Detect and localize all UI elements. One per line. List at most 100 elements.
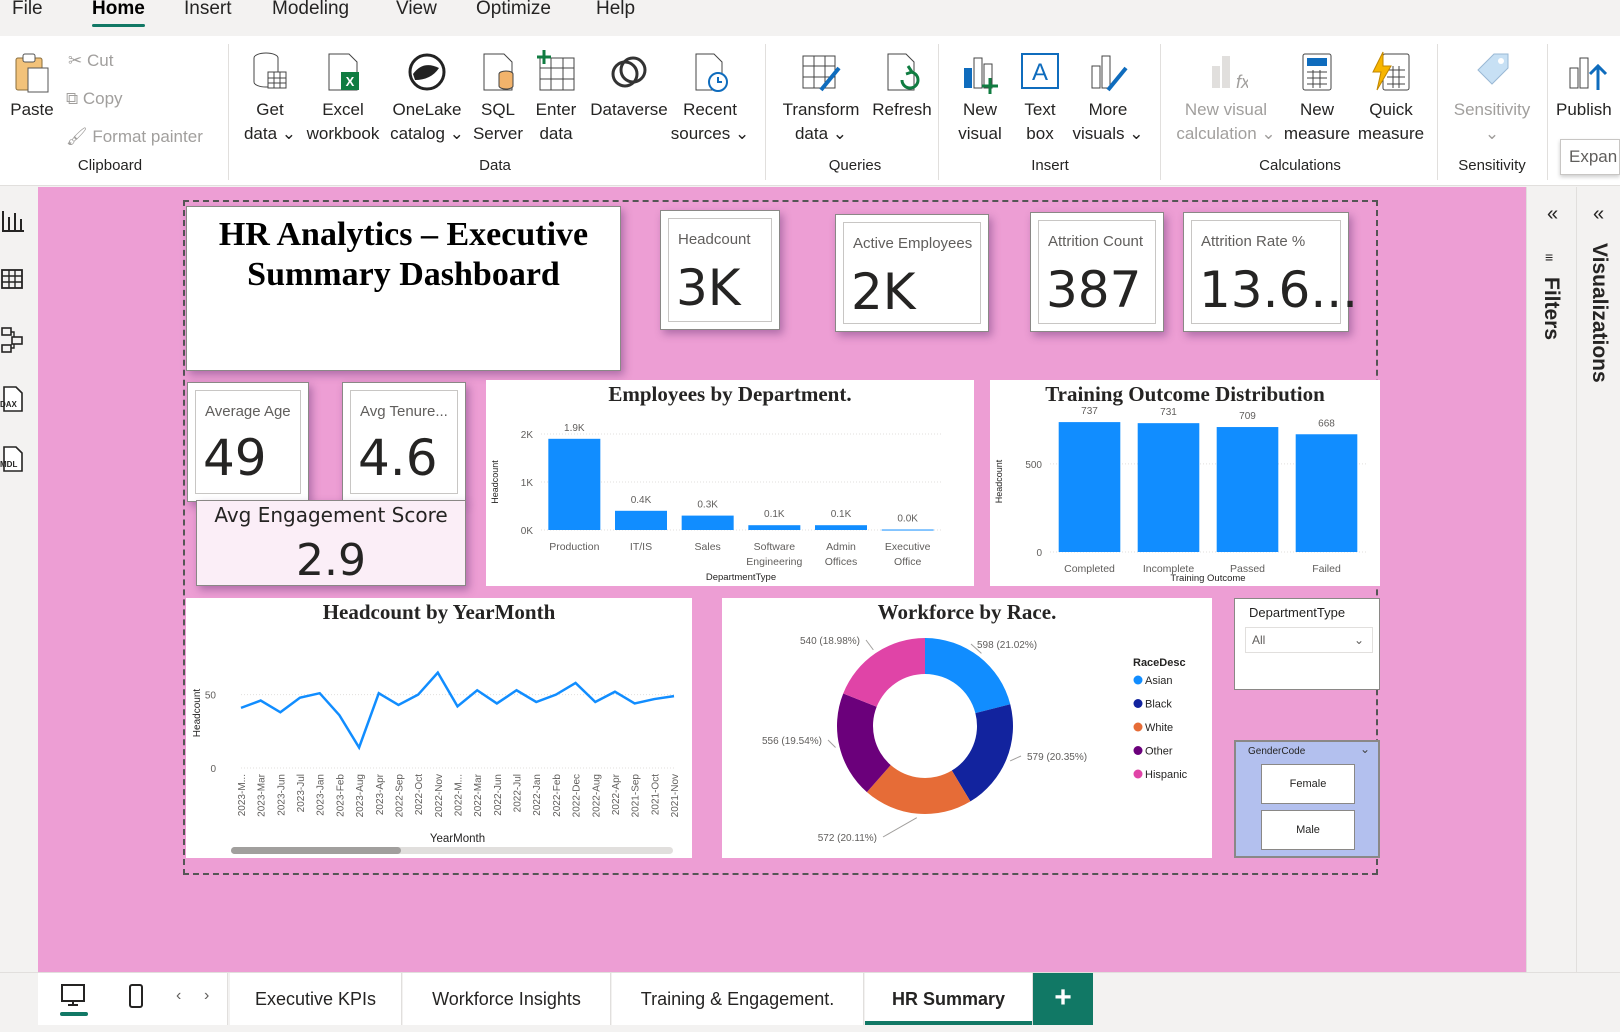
y-tick-label: 0K xyxy=(521,526,534,537)
headcount-card[interactable]: Headcount 3K xyxy=(660,210,780,330)
scrollbar-thumb[interactable] xyxy=(231,847,401,854)
tab-hr-summary[interactable]: HR Summary xyxy=(865,973,1033,1025)
menu-file[interactable]: File xyxy=(12,0,43,28)
headcount-by-yearmonth-chart[interactable]: Headcount by YearMonth 0 50 Headcount 2023-… xyxy=(186,598,692,858)
text-box-button[interactable]: A Text box xyxy=(1012,50,1068,146)
refresh-button[interactable]: Refresh xyxy=(866,50,938,122)
collapse-visualizations-icon[interactable]: « xyxy=(1593,203,1604,226)
legend-marker xyxy=(1133,746,1143,755)
add-page-button[interactable]: + xyxy=(1033,973,1093,1025)
avg-tenure-card[interactable]: Avg Tenure... 4.6 xyxy=(342,382,466,502)
menu-home[interactable]: Home xyxy=(92,0,145,28)
active-employees-card[interactable]: Active Employees 2K xyxy=(835,214,989,332)
title-card[interactable]: HR Analytics – Executive Summary Dashboa… xyxy=(186,206,621,371)
ribbon: Paste ✂ Cut ⧉ Copy 🖌 Format painter Clip… xyxy=(0,36,1620,186)
sql-server-button[interactable]: SQL Server xyxy=(470,50,526,146)
excel-workbook-button[interactable]: X Excel workbook xyxy=(302,50,384,146)
active-employees-label: Active Employees xyxy=(853,235,973,252)
x-tick-label: Software xyxy=(754,541,796,553)
more-visuals-label-1: More xyxy=(1088,100,1128,119)
transform-data-button[interactable]: Transform data ⌄ xyxy=(776,50,866,146)
paste-button[interactable]: Paste xyxy=(6,50,58,122)
onelake-label-2: catalog xyxy=(390,124,445,143)
copy-button[interactable]: ⧉ Copy xyxy=(66,86,123,112)
y-tick-label: 2K xyxy=(521,430,534,441)
tab-workforce-insights[interactable]: Workforce Insights xyxy=(403,973,611,1025)
new-measure-label-2: measure xyxy=(1283,124,1351,143)
recent-label-1: Recent xyxy=(683,100,737,119)
horizontal-scrollbar[interactable] xyxy=(231,847,673,854)
department-slicer[interactable]: DepartmentType All ⌄ xyxy=(1234,598,1380,690)
tab-executive-kpis[interactable]: Executive KPIs xyxy=(230,973,402,1025)
training-outcome-chart[interactable]: Training Outcome Distribution 0 500 Headco… xyxy=(990,380,1380,586)
headcount-line-chart: 0 50Headcount 2023-M... 2023-Mar 2023-Jun 202… xyxy=(192,670,681,845)
chevron-left-icon[interactable]: ‹ xyxy=(176,987,181,1005)
attrition-rate-card[interactable]: Attrition Rate % 13.6... xyxy=(1183,212,1358,332)
tab-training-engagement[interactable]: Training & Engagement. xyxy=(612,973,864,1025)
menu-help[interactable]: Help xyxy=(596,0,635,28)
ribbon-separator xyxy=(1547,44,1548,180)
table-view-icon[interactable] xyxy=(0,265,30,295)
slicer-option-female[interactable]: Female xyxy=(1261,764,1355,804)
gender-slicer[interactable]: GenderCode ⌄ Female Male xyxy=(1234,740,1380,858)
data-label: 668 xyxy=(1318,418,1335,429)
menu-modeling[interactable]: Modeling xyxy=(272,0,349,28)
average-age-card[interactable]: Average Age 49 xyxy=(187,382,309,502)
department-dropdown[interactable]: All ⌄ xyxy=(1245,627,1373,653)
new-visual-calc-label-2: calculation xyxy=(1176,124,1257,143)
cut-button[interactable]: ✂ Cut xyxy=(68,48,113,74)
menu-insert[interactable]: Insert xyxy=(184,0,232,28)
data-label: 709 xyxy=(1239,411,1256,422)
sensitivity-button[interactable]: Sensitivity ⌄ xyxy=(1446,50,1538,146)
new-visual-button[interactable]: New visual xyxy=(950,50,1010,146)
avg-engagement-label: Avg Engagement Score xyxy=(214,503,448,527)
tmdl-view-icon[interactable]: MDL xyxy=(0,445,30,475)
publish-icon xyxy=(1569,57,1608,90)
chevron-right-icon[interactable]: › xyxy=(204,987,209,1005)
refresh-label: Refresh xyxy=(872,100,932,119)
ribbon-separator xyxy=(228,44,229,180)
x-tick-label: 2022-Sep xyxy=(394,774,405,818)
workforce-by-race-chart[interactable]: Workforce by Race. 598 (21.02%) 579 (20.3… xyxy=(722,598,1212,858)
menu-view[interactable]: View xyxy=(396,0,437,28)
x-tick-label: 2023-M... xyxy=(237,774,248,816)
database-icon xyxy=(253,52,287,89)
mobile-layout-icon[interactable] xyxy=(126,983,146,1011)
chevron-down-icon: ⌄ xyxy=(1129,124,1144,143)
ribbon-separator xyxy=(1160,44,1161,180)
publish-button[interactable]: Publish xyxy=(1556,50,1620,122)
report-view-icon[interactable] xyxy=(0,205,30,235)
enter-data-button[interactable]: Enter data xyxy=(528,50,584,146)
model-view-icon[interactable] xyxy=(0,325,30,355)
enter-data-label-2: data xyxy=(539,124,573,143)
new-visual-label-2: visual xyxy=(958,124,1002,143)
data-label: 0.3K xyxy=(697,500,718,511)
filters-pane[interactable]: « ≡ Filters xyxy=(1526,187,1576,974)
avg-tenure-label: Avg Tenure... xyxy=(360,403,448,420)
average-age-value: 49 xyxy=(203,429,267,487)
dax-query-view-icon[interactable]: DAX xyxy=(0,385,30,415)
bar xyxy=(681,515,734,530)
employees-by-department-chart[interactable]: Employees by Department. 0K 1K 2K Headcount… xyxy=(486,380,974,586)
quick-measure-label-1: Quick xyxy=(1369,100,1413,119)
slicer-option-male[interactable]: Male xyxy=(1261,810,1355,850)
desktop-layout-icon[interactable] xyxy=(58,981,90,1017)
quick-measure-button[interactable]: Quick measure xyxy=(1354,50,1428,146)
attrition-count-card[interactable]: Attrition Count 387 xyxy=(1030,212,1164,332)
visualizations-pane[interactable]: « Visualizations xyxy=(1576,187,1620,974)
series-line xyxy=(240,670,675,751)
collapse-filters-icon[interactable]: « xyxy=(1547,203,1558,226)
chevron-down-icon: ⌄ xyxy=(1484,124,1500,143)
format-painter-button[interactable]: 🖌 Format painter xyxy=(66,124,203,150)
filter-icon: ≡ xyxy=(1545,249,1554,265)
new-visual-calculation-button[interactable]: fx New visual calculation ⌄ xyxy=(1170,50,1282,146)
dropdown-value: All xyxy=(1252,633,1266,647)
more-visuals-button[interactable]: More visuals ⌄ xyxy=(1070,50,1146,146)
dataverse-button[interactable]: Dataverse xyxy=(586,50,672,122)
menu-optimize[interactable]: Optimize xyxy=(476,0,551,28)
onelake-catalog-button[interactable]: OneLake catalog ⌄ xyxy=(386,50,468,146)
avg-engagement-card[interactable]: Avg Engagement Score 2.9 xyxy=(196,500,466,586)
get-data-button[interactable]: Get data ⌄ xyxy=(238,50,302,146)
recent-sources-button[interactable]: Recent sources ⌄ xyxy=(670,50,750,146)
new-measure-button[interactable]: New measure xyxy=(1282,50,1352,146)
